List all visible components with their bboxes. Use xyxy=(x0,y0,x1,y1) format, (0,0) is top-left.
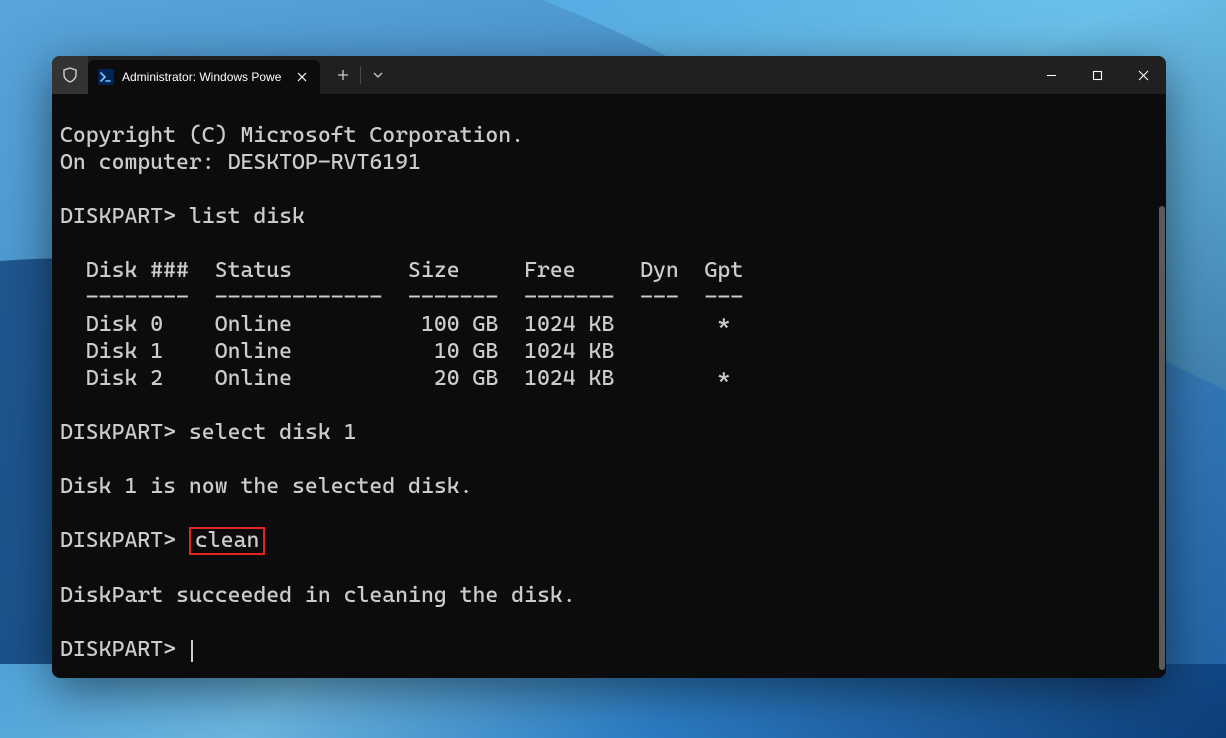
terminal-body[interactable]: Copyright (C) Microsoft Corporation. On … xyxy=(52,94,1166,678)
scrollbar[interactable] xyxy=(1159,206,1165,670)
cursor xyxy=(191,640,193,662)
plus-icon xyxy=(337,69,349,81)
shield-icon xyxy=(62,67,78,83)
prompt: DISKPART> xyxy=(60,420,176,445)
highlighted-clean-command: clean xyxy=(189,527,265,555)
table-divider: -------- ------------- ------- ------- -… xyxy=(60,285,743,310)
tab-title: Administrator: Windows Powe xyxy=(122,70,286,84)
table-row: Disk 0 Online 100 GB 1024 KB * xyxy=(60,312,730,337)
table-row: Disk 2 Online 20 GB 1024 KB * xyxy=(60,366,730,391)
minimize-button[interactable] xyxy=(1028,56,1074,94)
table-header: Disk ### Status Size Free Dyn Gpt xyxy=(60,258,743,283)
titlebar[interactable]: Administrator: Windows Powe xyxy=(52,56,1166,94)
cmd-select-disk: select disk 1 xyxy=(189,420,357,445)
tab-close-button[interactable] xyxy=(294,69,310,85)
admin-shield-area xyxy=(52,56,88,94)
maximize-button[interactable] xyxy=(1074,56,1120,94)
tab-actions xyxy=(326,56,395,94)
close-icon xyxy=(297,72,307,82)
prompt: DISKPART> xyxy=(60,204,176,229)
minimize-icon xyxy=(1046,70,1057,81)
tab-dropdown-button[interactable] xyxy=(361,56,395,94)
select-result: Disk 1 is now the selected disk. xyxy=(60,474,473,499)
computer-line: On computer: DESKTOP-RVT6191 xyxy=(60,150,421,175)
prompt: DISKPART> xyxy=(60,637,176,662)
close-icon xyxy=(1138,70,1149,81)
close-window-button[interactable] xyxy=(1120,56,1166,94)
new-tab-button[interactable] xyxy=(326,56,360,94)
scrollbar-thumb[interactable] xyxy=(1159,206,1165,670)
prompt: DISKPART> xyxy=(60,528,176,553)
maximize-icon xyxy=(1092,70,1103,81)
tab-active[interactable]: Administrator: Windows Powe xyxy=(88,60,320,94)
table-row: Disk 1 Online 10 GB 1024 KB xyxy=(60,339,614,364)
window-controls xyxy=(1028,56,1166,94)
copyright-line: Copyright (C) Microsoft Corporation. xyxy=(60,123,524,148)
chevron-down-icon xyxy=(373,72,383,78)
cmd-list-disk: list disk xyxy=(189,204,305,229)
powershell-icon xyxy=(98,69,114,85)
tab-container: Administrator: Windows Powe xyxy=(88,56,320,94)
clean-result: DiskPart succeeded in cleaning the disk. xyxy=(60,583,576,608)
terminal-window: Administrator: Windows Powe xyxy=(52,56,1166,678)
